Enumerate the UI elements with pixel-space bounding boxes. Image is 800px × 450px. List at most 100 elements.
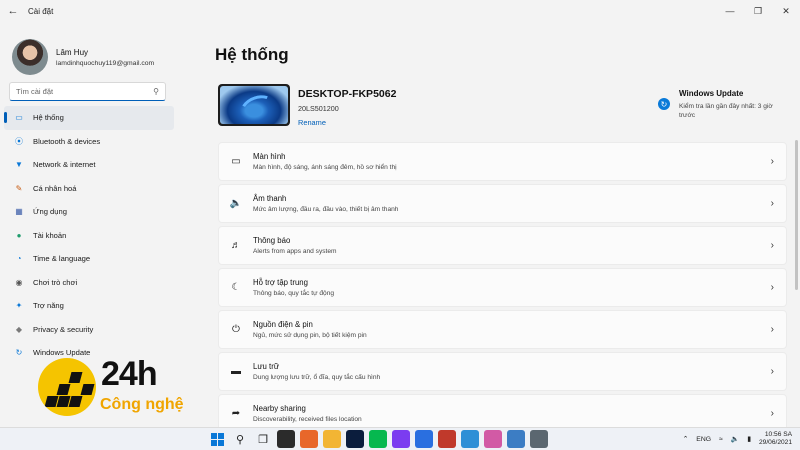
card-title: Lưu trữ [253,362,280,371]
sidebar-item-label: Time & language [33,254,91,264]
sidebar-item-1[interactable]: ⦿ Bluetooth & devices [4,130,174,154]
update-icon[interactable]: ↻ [658,98,670,110]
windows-update-title: Windows Update [679,89,744,98]
minimize-button[interactable]: — [716,0,744,22]
account-icon: ● [16,230,22,240]
sidebar-item-2[interactable]: ▼ Network & internet [4,153,174,177]
task-view-icon[interactable]: ❐ [254,430,272,448]
device-thumbnail [218,84,290,126]
card-title: Nearby sharing [253,404,306,413]
scrollbar[interactable] [795,140,798,290]
messenger-icon[interactable] [392,430,410,448]
card-subtitle: Màn hình, độ sáng, ánh sáng đêm, hồ sơ h… [253,164,397,171]
chevron-up-icon[interactable]: ⌃ [683,435,689,443]
sidebar-item-label: Cá nhân hoá [33,183,77,193]
notepad-icon[interactable] [461,430,479,448]
page-title: Hệ thống [215,45,289,64]
gamepad-icon: ◉ [15,277,23,287]
title-bar: ← Cài đặt — ❐ ✕ [0,0,800,22]
settings-card[interactable]: ▭ Màn hình Màn hình, độ sáng, ánh sáng đêm… [218,142,787,181]
search-icon[interactable]: ⚲ [153,87,159,96]
maximize-button[interactable]: ❐ [744,0,772,22]
volume-icon[interactable]: 🔈 [731,435,739,443]
taskbar: ⚲ ❐ ⌃ ENG ≈ 🔈 ▮ 10:56 SA 29/06/2021 [0,427,800,450]
browser-icon[interactable] [415,430,433,448]
clock-date: 29/06/2021 [758,439,792,446]
wallpaper-image [220,86,288,124]
card-title: Âm thanh [253,194,287,203]
language-indicator[interactable]: ENG [696,436,711,443]
card-title: Thông báo [253,236,291,245]
settings-card[interactable]: ▬ Lưu trữ Dung lượng lưu trữ, ổ đĩa, quy t… [218,352,787,391]
chevron-right-icon: › [770,408,774,419]
card-subtitle: Ngủ, mức sử dụng pin, bộ tiết kiệm pin [253,332,367,339]
firefox-icon[interactable] [300,430,318,448]
search-box[interactable]: ⚲ [9,82,166,101]
sidebar-item-6[interactable]: ◔ Time & language [4,247,174,271]
rename-link[interactable]: Rename [298,118,396,127]
sidebar-item-9[interactable]: ◆ Privacy & security [4,318,174,342]
back-button[interactable]: ← [0,0,26,22]
sidebar-item-5[interactable]: ● Tài khoản [4,224,174,248]
apps-icon: ▦ [15,207,23,217]
windows-update-subtitle: Kiểm tra lần gần đây nhất: 3 giờ trước [679,103,773,120]
sidebar-item-4[interactable]: ▦ Ứng dụng [4,200,174,224]
settings-icon[interactable] [530,430,548,448]
settings-cards: ▭ Màn hình Màn hình, độ sáng, ánh sáng đêm… [218,142,787,436]
battery-icon[interactable]: ▮ [747,435,751,443]
system-tray: ⌃ ENG ≈ 🔈 ▮ 10:56 SA 29/06/2021 [683,428,792,450]
sidebar-item-label: Hệ thống [33,113,64,123]
sidebar-item-label: Chơi trò chơi [33,277,78,287]
settings-card[interactable]: ☾ Hỗ trợ tập trung Thông báo, quy tắc tự đ… [218,268,787,307]
settings-card[interactable]: ⏻ Nguồn điện & pin Ngủ, mức sử dụng pin, b… [218,310,787,349]
system-icon: ▭ [15,113,23,123]
sidebar-nav: ▭ Hệ thống ⦿ Bluetooth & devices ▼ Network & … [0,106,180,365]
wifi-tray-icon[interactable]: ≈ [719,436,723,443]
clock-time: 10:56 SA [764,430,792,438]
photoshop-icon[interactable] [346,430,364,448]
search-input[interactable] [16,87,154,96]
sidebar-item-8[interactable]: ✦ Trợ năng [4,294,174,318]
bluetooth-icon: ⦿ [15,136,23,146]
calendar-icon[interactable] [507,430,525,448]
sidebar-item-label: Ứng dụng [33,207,67,217]
settings-card[interactable]: 🔈 Âm thanh Mức âm lượng, đầu ra, đầu vào, … [218,184,787,223]
share-icon: ➦ [231,408,241,419]
sidebar-item-0[interactable]: ▭ Hệ thống [4,106,174,130]
close-icon: ✕ [782,5,790,16]
clock[interactable]: 10:56 SA 29/06/2021 [759,431,792,447]
power-icon: ⏻ [232,324,240,335]
bell-icon: ♬ [231,240,241,251]
close-button[interactable]: ✕ [772,0,800,22]
card-subtitle: Mức âm lượng, đầu ra, đầu vào, thiết bị … [253,206,399,213]
settings-card[interactable]: ♬ Thông báo Alerts from apps and system › [218,226,787,265]
card-subtitle: Dung lượng lưu trữ, ổ đĩa, quy tắc cấu h… [253,374,381,381]
widgets-icon[interactable] [277,430,295,448]
moon-icon: ☾ [231,282,241,293]
line-icon[interactable] [369,430,387,448]
sidebar-item-3[interactable]: ✎ Cá nhân hoá [4,177,174,201]
file-explorer-icon[interactable] [323,430,341,448]
start-icon[interactable] [208,430,226,448]
device-model: 20LS501200 [298,104,339,113]
sidebar-item-label: Windows Update [33,348,91,358]
sidebar-item-label: Network & internet [33,160,96,170]
taskbar-apps: ⚲ ❐ [208,430,548,448]
windows-update-status[interactable]: Windows Update Kiểm tra lần gần đây nhất… [679,89,789,120]
snipping-icon[interactable] [438,430,456,448]
device-info: DESKTOP-FKP5062 20LS501200 Rename [298,88,396,127]
globe-icon: ◔ [16,254,22,264]
card-title: Nguồn điện & pin [253,320,313,329]
chevron-right-icon: › [770,282,774,293]
card-title: Hỗ trợ tập trung [253,278,308,287]
storage-icon: ▬ [231,366,241,377]
sidebar-item-7[interactable]: ◉ Chơi trò chơi [4,271,174,295]
back-arrow-icon: ← [7,5,19,17]
wifi-icon: ▼ [15,160,23,170]
profile-email: lamdinhquochuy119@gmail.com [56,59,155,67]
taskbar-search-icon[interactable]: ⚲ [231,430,249,448]
profile[interactable]: Lâm Huy lamdinhquochuy119@gmail.com [0,22,180,80]
chevron-right-icon: › [770,198,774,209]
itunes-icon[interactable] [484,430,502,448]
logo-tagline: Công nghệ [100,396,184,413]
